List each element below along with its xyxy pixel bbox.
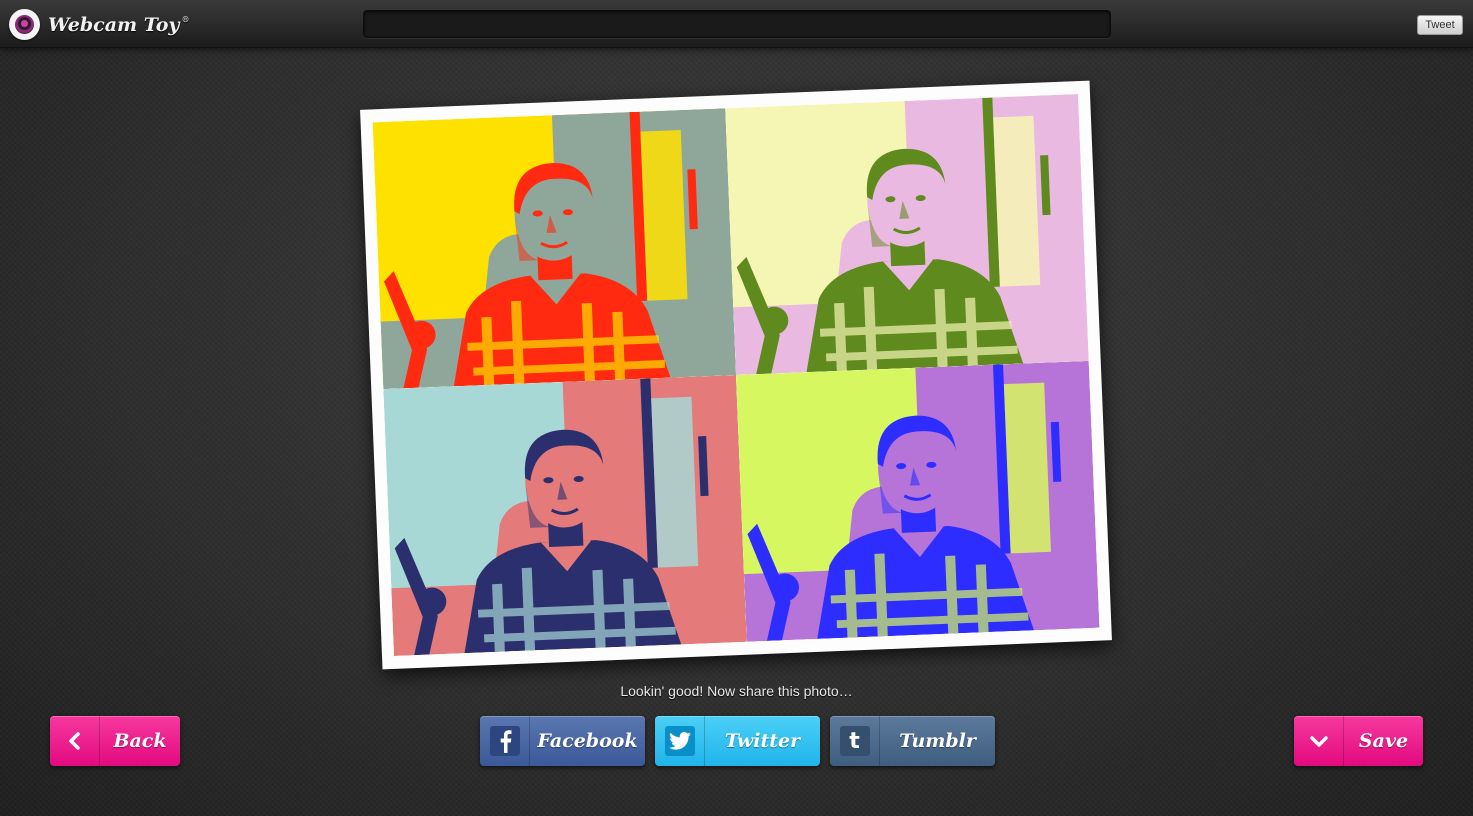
tumblr-icon-wrap: t — [830, 716, 880, 766]
twitter-icon-wrap — [655, 716, 705, 766]
photo-grid — [372, 94, 1100, 656]
teal-pink-panel — [383, 375, 747, 656]
tweet-button[interactable]: Tweet — [1417, 15, 1463, 35]
lime-blue-panel — [736, 360, 1100, 642]
facebook-share-button[interactable]: Facebook — [480, 716, 645, 766]
twitter-label: Twitter — [724, 730, 801, 752]
tumblr-label: Tumblr — [899, 730, 976, 752]
twitter-share-button[interactable]: Twitter — [655, 716, 820, 766]
save-label: Save — [1358, 730, 1409, 752]
app-title: Webcam Toy ® — [48, 13, 190, 36]
photo-polaroid — [360, 80, 1112, 670]
back-button[interactable]: Back — [50, 716, 180, 766]
facebook-icon-wrap — [480, 716, 530, 766]
facebook-icon — [489, 726, 520, 756]
tumblr-share-button[interactable]: t Tumblr — [830, 716, 995, 766]
app-logo[interactable]: Webcam Toy ® — [9, 9, 189, 40]
save-button[interactable]: Save — [1294, 716, 1423, 766]
webcam-logo-icon — [9, 9, 40, 40]
chevron-down-icon — [1294, 716, 1344, 766]
yellow-red-panel — [372, 108, 736, 390]
top-bar: Webcam Toy ® Tweet — [0, 0, 1473, 48]
share-url-field[interactable] — [363, 10, 1111, 38]
facebook-label: Facebook — [537, 730, 638, 752]
tumblr-icon: t — [839, 726, 870, 756]
twitter-bird-icon — [664, 726, 695, 756]
cream-green-panel — [725, 94, 1089, 375]
chevron-left-icon — [50, 716, 100, 766]
share-prompt: Lookin' good! Now share this photo… — [620, 683, 853, 699]
back-label: Back — [113, 730, 167, 752]
